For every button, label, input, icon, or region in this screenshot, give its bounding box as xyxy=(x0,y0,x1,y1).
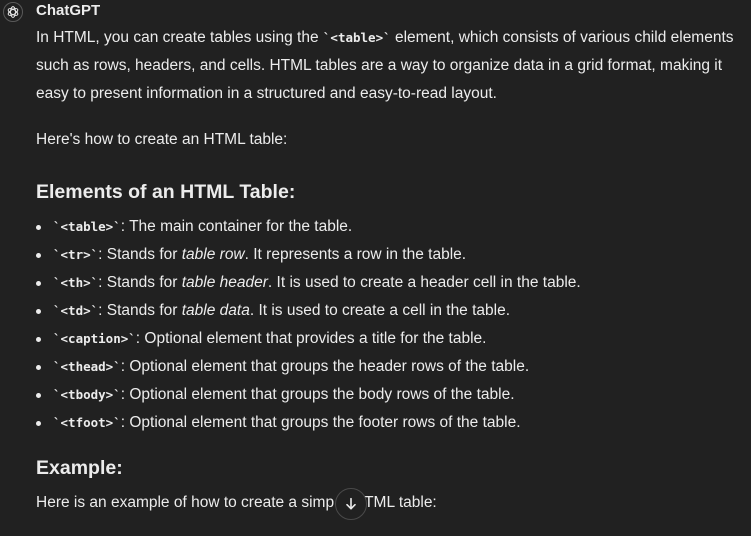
list-item: `<caption>`: Optional element that provi… xyxy=(36,325,741,353)
element-emphasis: table header xyxy=(181,274,268,291)
scroll-to-bottom-button[interactable] xyxy=(335,488,367,520)
list-item: `<tfoot>`: Optional element that groups … xyxy=(36,409,741,437)
element-emphasis: table data xyxy=(181,302,250,319)
example-text-b: TML table: xyxy=(364,494,437,511)
intro-paragraph: In HTML, you can create tables using the… xyxy=(36,24,741,108)
list-item: `<table>`: The main container for the ta… xyxy=(36,213,741,241)
element-desc: : Stands for xyxy=(98,274,182,291)
bullet xyxy=(36,225,41,230)
element-desc: : Stands for xyxy=(98,302,182,319)
elements-list: `<table>`: The main container for the ta… xyxy=(36,213,741,437)
chatgpt-avatar xyxy=(3,2,23,22)
element-emphasis: table row xyxy=(181,246,245,263)
list-item: `<tr>`: Stands for table row. It represe… xyxy=(36,241,741,269)
element-code: `<tr>` xyxy=(53,247,99,262)
element-desc-post: . It is used to create a header cell in … xyxy=(267,274,581,291)
element-code: `<caption>` xyxy=(53,331,136,346)
sender-name: ChatGPT xyxy=(36,2,101,19)
bullet xyxy=(36,253,41,258)
element-desc: : Optional element that groups the foote… xyxy=(120,414,521,431)
openai-logo-icon xyxy=(7,6,19,18)
inline-code-table: `<table>` xyxy=(322,30,391,45)
element-desc: : Stands for xyxy=(98,246,182,263)
element-desc: : Optional element that provides a title… xyxy=(135,330,487,347)
bullet xyxy=(36,421,41,426)
example-heading: Example: xyxy=(36,457,123,479)
list-item: `<td>`: Stands for table data. It is use… xyxy=(36,297,741,325)
example-paragraph: Here is an example of how to create a si… xyxy=(36,489,741,517)
bullet xyxy=(36,337,41,342)
element-code: `<thead>` xyxy=(53,359,121,374)
howto-paragraph: Here's how to create an HTML table: xyxy=(36,131,288,148)
bullet xyxy=(36,365,41,370)
element-desc: : Optional element that groups the heade… xyxy=(120,358,530,375)
element-desc-post: . It is used to create a cell in the tab… xyxy=(249,302,511,319)
list-item: `<thead>`: Optional element that groups … xyxy=(36,353,741,381)
element-code: `<table>` xyxy=(53,219,121,234)
bullet xyxy=(36,281,41,286)
message-body: In HTML, you can create tables using the… xyxy=(36,24,741,517)
element-code: `<tbody>` xyxy=(53,387,121,402)
element-code: `<tfoot>` xyxy=(53,415,121,430)
element-desc: : The main container for the table. xyxy=(120,218,353,235)
element-code: `<td>` xyxy=(53,303,99,318)
elements-heading: Elements of an HTML Table: xyxy=(36,181,296,203)
element-desc: : Optional element that groups the body … xyxy=(120,386,515,403)
element-desc-post: . It represents a row in the table. xyxy=(244,246,467,263)
list-item: `<th>`: Stands for table header. It is u… xyxy=(36,269,741,297)
arrow-down-icon xyxy=(346,497,356,510)
element-code: `<th>` xyxy=(53,275,99,290)
bullet xyxy=(36,309,41,314)
list-item: `<tbody>`: Optional element that groups … xyxy=(36,381,741,409)
example-text-a: Here is an example of how to create a si… xyxy=(36,494,335,511)
bullet xyxy=(36,393,41,398)
intro-text-a: In HTML, you can create tables using the xyxy=(36,29,323,46)
